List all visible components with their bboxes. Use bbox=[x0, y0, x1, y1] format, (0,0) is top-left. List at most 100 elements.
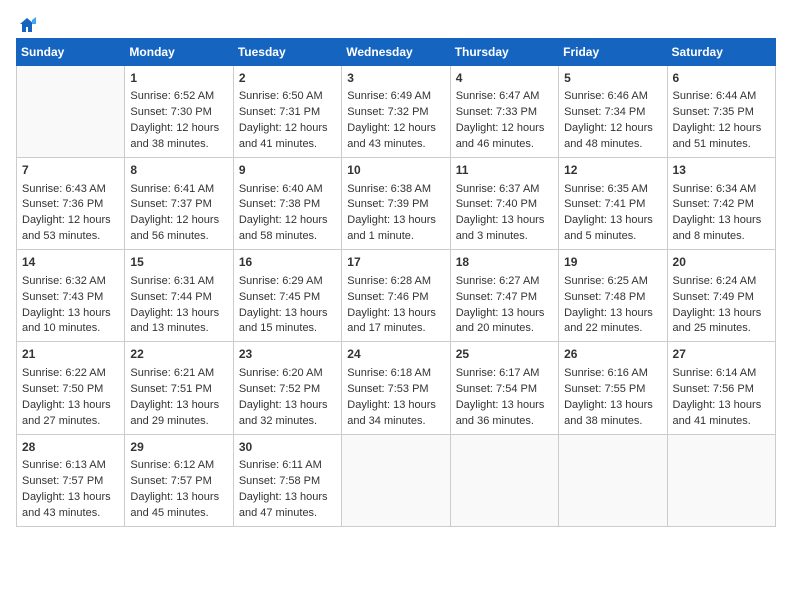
daylight-hours: Daylight: 13 hours and 32 minutes. bbox=[239, 399, 328, 427]
daylight-hours: Daylight: 13 hours and 15 minutes. bbox=[239, 307, 328, 335]
daylight-hours: Daylight: 12 hours and 58 minutes. bbox=[239, 214, 328, 242]
column-header-friday: Friday bbox=[559, 39, 667, 66]
sunrise-time: Sunrise: 6:20 AM bbox=[239, 367, 323, 379]
sunrise-time: Sunrise: 6:49 AM bbox=[347, 90, 431, 102]
sunset-time: Sunset: 7:56 PM bbox=[673, 383, 754, 395]
sunrise-time: Sunrise: 6:41 AM bbox=[130, 183, 214, 195]
sunset-time: Sunset: 7:33 PM bbox=[456, 106, 537, 118]
sunrise-time: Sunrise: 6:12 AM bbox=[130, 459, 214, 471]
day-number: 7 bbox=[22, 162, 119, 179]
week-row-1: 7Sunrise: 6:43 AMSunset: 7:36 PMDaylight… bbox=[17, 158, 776, 250]
day-number: 25 bbox=[456, 346, 553, 363]
day-cell bbox=[450, 434, 558, 526]
day-cell: 18Sunrise: 6:27 AMSunset: 7:47 PMDayligh… bbox=[450, 250, 558, 342]
week-row-3: 21Sunrise: 6:22 AMSunset: 7:50 PMDayligh… bbox=[17, 342, 776, 434]
day-number: 17 bbox=[347, 254, 444, 271]
daylight-hours: Daylight: 12 hours and 51 minutes. bbox=[673, 122, 762, 150]
day-number: 3 bbox=[347, 70, 444, 87]
sunrise-time: Sunrise: 6:43 AM bbox=[22, 183, 106, 195]
day-number: 9 bbox=[239, 162, 336, 179]
sunrise-time: Sunrise: 6:35 AM bbox=[564, 183, 648, 195]
day-number: 6 bbox=[673, 70, 770, 87]
day-number: 19 bbox=[564, 254, 661, 271]
day-number: 16 bbox=[239, 254, 336, 271]
day-number: 8 bbox=[130, 162, 227, 179]
daylight-hours: Daylight: 13 hours and 25 minutes. bbox=[673, 307, 762, 335]
day-cell: 20Sunrise: 6:24 AMSunset: 7:49 PMDayligh… bbox=[667, 250, 775, 342]
day-cell: 8Sunrise: 6:41 AMSunset: 7:37 PMDaylight… bbox=[125, 158, 233, 250]
sunrise-time: Sunrise: 6:29 AM bbox=[239, 275, 323, 287]
sunrise-time: Sunrise: 6:31 AM bbox=[130, 275, 214, 287]
logo bbox=[16, 16, 36, 30]
day-number: 1 bbox=[130, 70, 227, 87]
sunset-time: Sunset: 7:55 PM bbox=[564, 383, 645, 395]
day-number: 27 bbox=[673, 346, 770, 363]
column-header-thursday: Thursday bbox=[450, 39, 558, 66]
daylight-hours: Daylight: 13 hours and 8 minutes. bbox=[673, 214, 762, 242]
sunrise-time: Sunrise: 6:28 AM bbox=[347, 275, 431, 287]
day-cell: 30Sunrise: 6:11 AMSunset: 7:58 PMDayligh… bbox=[233, 434, 341, 526]
day-cell: 29Sunrise: 6:12 AMSunset: 7:57 PMDayligh… bbox=[125, 434, 233, 526]
sunrise-time: Sunrise: 6:44 AM bbox=[673, 90, 757, 102]
daylight-hours: Daylight: 13 hours and 27 minutes. bbox=[22, 399, 111, 427]
daylight-hours: Daylight: 13 hours and 36 minutes. bbox=[456, 399, 545, 427]
sunrise-time: Sunrise: 6:52 AM bbox=[130, 90, 214, 102]
day-number: 11 bbox=[456, 162, 553, 179]
daylight-hours: Daylight: 13 hours and 38 minutes. bbox=[564, 399, 653, 427]
day-cell bbox=[559, 434, 667, 526]
day-number: 24 bbox=[347, 346, 444, 363]
sunset-time: Sunset: 7:41 PM bbox=[564, 198, 645, 210]
sunrise-time: Sunrise: 6:47 AM bbox=[456, 90, 540, 102]
daylight-hours: Daylight: 12 hours and 46 minutes. bbox=[456, 122, 545, 150]
daylight-hours: Daylight: 12 hours and 38 minutes. bbox=[130, 122, 219, 150]
daylight-hours: Daylight: 13 hours and 1 minute. bbox=[347, 214, 436, 242]
day-number: 14 bbox=[22, 254, 119, 271]
sunset-time: Sunset: 7:48 PM bbox=[564, 291, 645, 303]
sunset-time: Sunset: 7:51 PM bbox=[130, 383, 211, 395]
day-number: 18 bbox=[456, 254, 553, 271]
daylight-hours: Daylight: 13 hours and 45 minutes. bbox=[130, 491, 219, 519]
sunrise-time: Sunrise: 6:46 AM bbox=[564, 90, 648, 102]
sunset-time: Sunset: 7:53 PM bbox=[347, 383, 428, 395]
day-number: 30 bbox=[239, 439, 336, 456]
sunset-time: Sunset: 7:49 PM bbox=[673, 291, 754, 303]
column-header-sunday: Sunday bbox=[17, 39, 125, 66]
day-cell: 15Sunrise: 6:31 AMSunset: 7:44 PMDayligh… bbox=[125, 250, 233, 342]
sunset-time: Sunset: 7:34 PM bbox=[564, 106, 645, 118]
logo-bird-icon bbox=[18, 16, 36, 34]
sunset-time: Sunset: 7:50 PM bbox=[22, 383, 103, 395]
day-cell: 16Sunrise: 6:29 AMSunset: 7:45 PMDayligh… bbox=[233, 250, 341, 342]
day-number: 15 bbox=[130, 254, 227, 271]
sunset-time: Sunset: 7:42 PM bbox=[673, 198, 754, 210]
column-header-tuesday: Tuesday bbox=[233, 39, 341, 66]
column-header-wednesday: Wednesday bbox=[342, 39, 450, 66]
sunset-time: Sunset: 7:38 PM bbox=[239, 198, 320, 210]
sunrise-time: Sunrise: 6:40 AM bbox=[239, 183, 323, 195]
day-cell: 3Sunrise: 6:49 AMSunset: 7:32 PMDaylight… bbox=[342, 66, 450, 158]
day-cell: 12Sunrise: 6:35 AMSunset: 7:41 PMDayligh… bbox=[559, 158, 667, 250]
day-cell: 23Sunrise: 6:20 AMSunset: 7:52 PMDayligh… bbox=[233, 342, 341, 434]
sunrise-time: Sunrise: 6:18 AM bbox=[347, 367, 431, 379]
week-row-2: 14Sunrise: 6:32 AMSunset: 7:43 PMDayligh… bbox=[17, 250, 776, 342]
day-cell: 5Sunrise: 6:46 AMSunset: 7:34 PMDaylight… bbox=[559, 66, 667, 158]
sunrise-time: Sunrise: 6:14 AM bbox=[673, 367, 757, 379]
day-number: 5 bbox=[564, 70, 661, 87]
day-cell: 17Sunrise: 6:28 AMSunset: 7:46 PMDayligh… bbox=[342, 250, 450, 342]
day-cell: 1Sunrise: 6:52 AMSunset: 7:30 PMDaylight… bbox=[125, 66, 233, 158]
daylight-hours: Daylight: 13 hours and 29 minutes. bbox=[130, 399, 219, 427]
sunrise-time: Sunrise: 6:21 AM bbox=[130, 367, 214, 379]
daylight-hours: Daylight: 13 hours and 41 minutes. bbox=[673, 399, 762, 427]
sunset-time: Sunset: 7:40 PM bbox=[456, 198, 537, 210]
daylight-hours: Daylight: 13 hours and 47 minutes. bbox=[239, 491, 328, 519]
sunrise-time: Sunrise: 6:38 AM bbox=[347, 183, 431, 195]
daylight-hours: Daylight: 13 hours and 22 minutes. bbox=[564, 307, 653, 335]
daylight-hours: Daylight: 12 hours and 41 minutes. bbox=[239, 122, 328, 150]
page-header bbox=[16, 16, 776, 30]
week-row-0: 1Sunrise: 6:52 AMSunset: 7:30 PMDaylight… bbox=[17, 66, 776, 158]
sunrise-time: Sunrise: 6:32 AM bbox=[22, 275, 106, 287]
day-number: 20 bbox=[673, 254, 770, 271]
daylight-hours: Daylight: 13 hours and 17 minutes. bbox=[347, 307, 436, 335]
day-cell: 25Sunrise: 6:17 AMSunset: 7:54 PMDayligh… bbox=[450, 342, 558, 434]
sunset-time: Sunset: 7:37 PM bbox=[130, 198, 211, 210]
daylight-hours: Daylight: 13 hours and 13 minutes. bbox=[130, 307, 219, 335]
